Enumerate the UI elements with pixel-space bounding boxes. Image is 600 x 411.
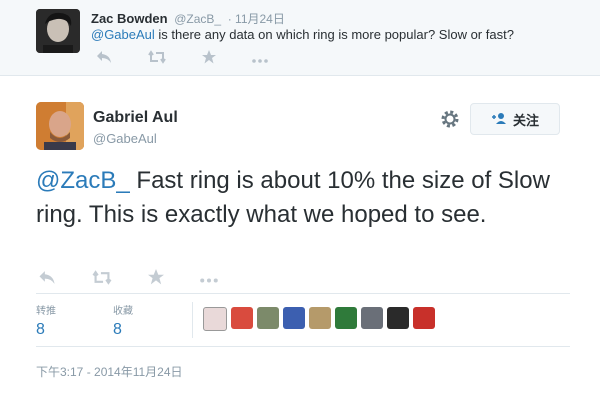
gear-icon[interactable] [439, 108, 461, 130]
user-avatar[interactable] [283, 307, 305, 329]
reply-author-name[interactable]: Zac Bowden [91, 11, 168, 26]
tweet-mention-link[interactable]: @ZacB_ [36, 167, 130, 194]
user-avatar[interactable] [203, 307, 227, 331]
retweets-count[interactable]: 8 [36, 321, 56, 339]
add-user-icon [491, 112, 507, 127]
reply-author-handle[interactable]: @ZacB_ [174, 12, 221, 26]
favorites-label: 收藏 [113, 306, 133, 317]
retweet-icon[interactable] [92, 269, 112, 289]
user-avatar[interactable] [257, 307, 279, 329]
zac-bowden-avatar[interactable] [36, 9, 80, 53]
reply-author[interactable]: Zac Bowden @ZacB_ · 11月24日 [91, 10, 285, 27]
user-avatar[interactable] [413, 307, 435, 329]
more-icon[interactable] [200, 271, 218, 287]
favorites-count[interactable]: 8 [113, 321, 133, 339]
user-avatar[interactable] [231, 307, 253, 329]
gabriel-aul-avatar[interactable] [36, 102, 84, 150]
tweet-timestamp[interactable]: 下午3:17 - 2014年11月24日 [36, 363, 183, 380]
retweets-label: 转推 [36, 306, 56, 317]
favorite-icon[interactable] [148, 269, 164, 289]
reply-icon[interactable] [38, 270, 56, 289]
reply-icon[interactable] [96, 50, 112, 67]
reply-body: is there any data on which ring is more … [154, 27, 514, 42]
user-avatar[interactable] [335, 307, 357, 329]
user-avatar[interactable] [309, 307, 331, 329]
reply-context-tweet: Zac Bowden @ZacB_ · 11月24日 @GabeAul is t… [0, 0, 600, 76]
stats-divider [192, 302, 193, 338]
reply-time[interactable]: · 11月24日 [228, 12, 285, 26]
retweet-icon[interactable] [148, 49, 166, 67]
favorite-icon[interactable] [202, 49, 216, 67]
user-avatar[interactable] [387, 307, 409, 329]
favoriter-avatars [203, 307, 435, 331]
user-avatar[interactable] [361, 307, 383, 329]
reply-actions [96, 49, 268, 67]
tweet-text: @ZacB_ Fast ring is about 10% the size o… [36, 164, 566, 232]
tweet-actions [38, 269, 218, 289]
reply-mention-link[interactable]: @GabeAul [91, 27, 155, 42]
favorites-stat[interactable]: 收藏 8 [113, 302, 133, 339]
tweet-stats: 转推 8 收藏 8 [36, 293, 570, 347]
follow-label: 关注 [512, 112, 539, 128]
reply-text: @GabeAul is there any data on which ring… [91, 27, 514, 42]
retweets-stat[interactable]: 转推 8 [36, 302, 56, 339]
more-icon[interactable] [252, 50, 268, 66]
follow-button[interactable]: 关注 [470, 103, 560, 135]
tweet-author-handle[interactable]: @GabeAul [93, 131, 157, 146]
tweet-header: Gabriel Aul @GabeAul 关注 [0, 90, 600, 154]
tweet-author-name[interactable]: Gabriel Aul [93, 109, 178, 127]
